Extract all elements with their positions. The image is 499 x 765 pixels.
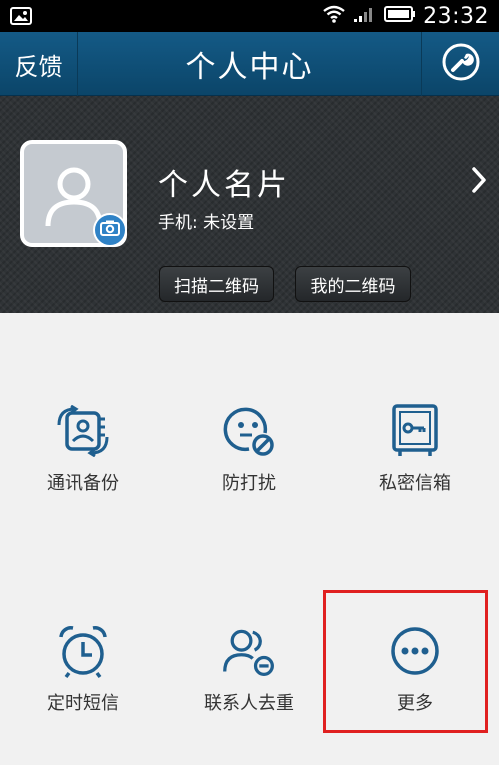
my-qr-button[interactable]: 我的二维码: [295, 266, 411, 302]
scan-qr-button[interactable]: 扫描二维码: [159, 266, 274, 302]
feature-label: 联系人去重: [204, 693, 294, 714]
feature-do-not-disturb[interactable]: 防打扰: [166, 403, 332, 495]
private-mailbox-icon: [387, 403, 443, 459]
status-time: 23:32: [423, 3, 489, 29]
feature-scheduled-sms[interactable]: 定时短信: [0, 623, 166, 715]
feedback-button[interactable]: 反馈: [0, 32, 78, 96]
feature-grid: 通讯备份 防打扰 私密信箱 定时短信 联系人去重 更多: [0, 313, 499, 765]
contacts-dedup-icon: [221, 623, 277, 679]
wrench-icon: [441, 42, 481, 86]
chevron-right-icon[interactable]: [471, 166, 487, 198]
feature-more[interactable]: 更多: [332, 623, 498, 715]
page-title: 个人中心: [185, 50, 314, 85]
title-bar: 反馈 个人中心: [0, 32, 499, 96]
contacts-backup-icon: [55, 403, 111, 459]
camera-icon: [100, 220, 120, 240]
feature-label: 通讯备份: [47, 473, 119, 494]
feature-label: 定时短信: [47, 693, 119, 714]
do-not-disturb-icon: [221, 403, 277, 459]
more-icon: [387, 623, 443, 679]
feature-contacts-dedup[interactable]: 联系人去重: [166, 623, 332, 715]
feature-contacts-backup[interactable]: 通讯备份: [0, 403, 166, 495]
settings-button[interactable]: [421, 32, 499, 96]
profile-card[interactable]: 个人名片 手机: 未设置 扫描二维码 我的二维码: [0, 96, 499, 313]
feature-label: 防打扰: [222, 473, 276, 494]
wifi-icon: [322, 5, 346, 27]
feature-label: 私密信箱: [379, 473, 451, 494]
signal-icon: [353, 5, 377, 27]
feature-label: 更多: [397, 693, 433, 714]
phone-info: 手机: 未设置: [158, 213, 255, 233]
camera-button[interactable]: [93, 213, 127, 247]
status-bar: 23:32: [0, 0, 499, 32]
card-title: 个人名片: [158, 168, 290, 203]
feature-private-mailbox[interactable]: 私密信箱: [332, 403, 498, 495]
image-icon: [10, 7, 32, 25]
battery-icon: [384, 5, 416, 27]
alarm-clock-icon: [55, 623, 111, 679]
